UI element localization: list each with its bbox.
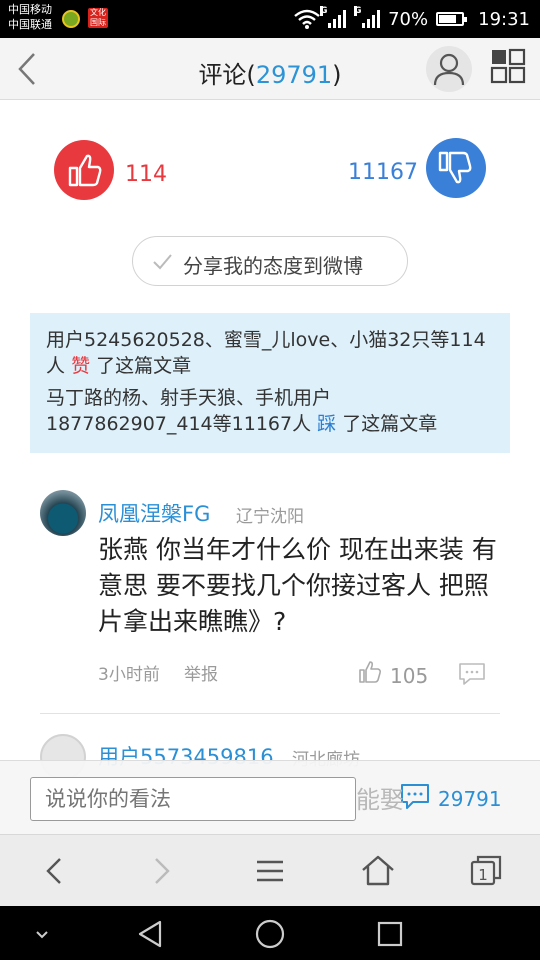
signal-icon-2: G <box>354 6 381 28</box>
triangle-back-icon <box>138 920 162 948</box>
thumbs-up-icon <box>68 154 102 187</box>
browser-toolbar: 1 <box>0 834 540 906</box>
nav-home-button[interactable] <box>254 918 286 950</box>
square-recents-icon <box>377 921 403 947</box>
down-voters-text: 马丁路的杨、射手天狼、手机用户1877862907_414等11167人 <box>46 387 332 435</box>
browser-menu-button[interactable] <box>252 853 288 889</box>
account-button[interactable] <box>426 46 472 92</box>
down-voters-line: 马丁路的杨、射手天狼、手机用户1877862907_414等11167人 踩 了… <box>46 385 494 437</box>
chevron-right-icon <box>155 858 170 884</box>
carrier-1: 中国移动 <box>8 3 52 16</box>
share-weibo-button[interactable]: 分享我的态度到微博 <box>132 236 408 286</box>
user-icon <box>433 53 465 86</box>
comment-time: 3小时前 <box>98 665 160 685</box>
down-vote-count: 11167 <box>348 160 418 185</box>
home-icon <box>362 855 394 886</box>
circle-home-icon <box>255 919 285 949</box>
thumbs-up-outline-icon <box>359 661 382 683</box>
share-label: 分享我的态度到微博 <box>183 254 363 278</box>
carrier-2: 中国联通 <box>8 18 52 31</box>
comment-like-count: 105 <box>390 664 429 688</box>
app-notification-icon <box>62 10 80 28</box>
browser-home-button[interactable] <box>360 853 396 889</box>
browser-forward-button[interactable] <box>144 853 180 889</box>
report-link[interactable]: 举报 <box>184 660 218 685</box>
checkmark-icon <box>153 254 172 270</box>
clock: 19:31 <box>478 8 530 30</box>
browser-tabs-button[interactable]: 1 <box>468 853 504 889</box>
comment-bar-count: 29791 <box>438 787 502 811</box>
up-suffix: 了这篇文章 <box>96 355 192 377</box>
chevron-left-icon <box>46 858 61 884</box>
up-vote-count: 114 <box>125 162 167 187</box>
up-action-label: 赞 <box>71 355 91 377</box>
wifi-icon <box>294 9 320 29</box>
network-type-1: G <box>320 6 328 16</box>
comment-bubble-icon <box>401 784 429 809</box>
browser-back-button[interactable] <box>38 853 74 889</box>
menu-icon <box>257 860 283 882</box>
thumbs-down-button[interactable] <box>426 138 486 198</box>
nav-hide-button[interactable] <box>30 922 54 946</box>
network-type-2: G <box>354 6 362 16</box>
news-app-icon: 文化 国际 <box>88 8 108 28</box>
up-voters-line: 用户5245620528、蜜雪_儿love、小猫32只等114人 赞 了这篇文章 <box>46 327 494 379</box>
status-bar: 中国移动 中国联通 文化 国际 G G 70% 19:31 <box>0 0 540 38</box>
reply-bubble-icon <box>459 663 485 685</box>
down-action-label: 踩 <box>317 413 337 435</box>
comment-divider <box>40 713 500 714</box>
thumbs-up-button[interactable] <box>54 140 114 200</box>
down-suffix: 了这篇文章 <box>342 413 438 435</box>
carrier-names: 中国移动 中国联通 <box>8 2 52 32</box>
signal-icon-1: G <box>320 6 347 28</box>
comment-reply-button[interactable] <box>458 662 486 686</box>
view-comments-button[interactable]: 29791 <box>400 781 510 817</box>
tabs-icon: 1 <box>470 855 502 886</box>
thumbs-down-icon <box>438 151 472 184</box>
menu-grid-button[interactable] <box>490 48 526 84</box>
tab-count: 1 <box>478 866 488 884</box>
commenter-name[interactable]: 凤凰涅槃FG <box>98 498 210 528</box>
battery-percent: 70% <box>388 8 429 30</box>
comment-input-bar: 29791 <box>0 760 540 834</box>
comment-preview-text: 能娶 <box>356 786 404 814</box>
comment-body: 张燕 你当年才什么价 现在出来装 有意思 要不要找几个你接过客人 把照片拿出来瞧… <box>98 535 497 636</box>
app-header: 评论(29791) <box>0 38 540 100</box>
battery-icon <box>436 12 468 26</box>
system-nav-bar <box>0 906 540 960</box>
nav-recents-button[interactable] <box>374 918 406 950</box>
chevron-down-icon <box>36 931 48 939</box>
status-indicators: G G 70% 19:31 <box>294 0 530 38</box>
grid-icon <box>490 48 526 84</box>
likes-summary: 用户5245620528、蜜雪_儿love、小猫32只等114人 赞 了这篇文章… <box>30 313 510 453</box>
nav-back-button[interactable] <box>134 918 166 950</box>
commenter-avatar[interactable] <box>40 490 86 536</box>
comment-like-button[interactable] <box>358 660 382 684</box>
comment-count: 29791 <box>255 61 333 89</box>
commenter-location: 辽宁沈阳 <box>236 507 304 527</box>
comment-input[interactable] <box>30 777 356 821</box>
